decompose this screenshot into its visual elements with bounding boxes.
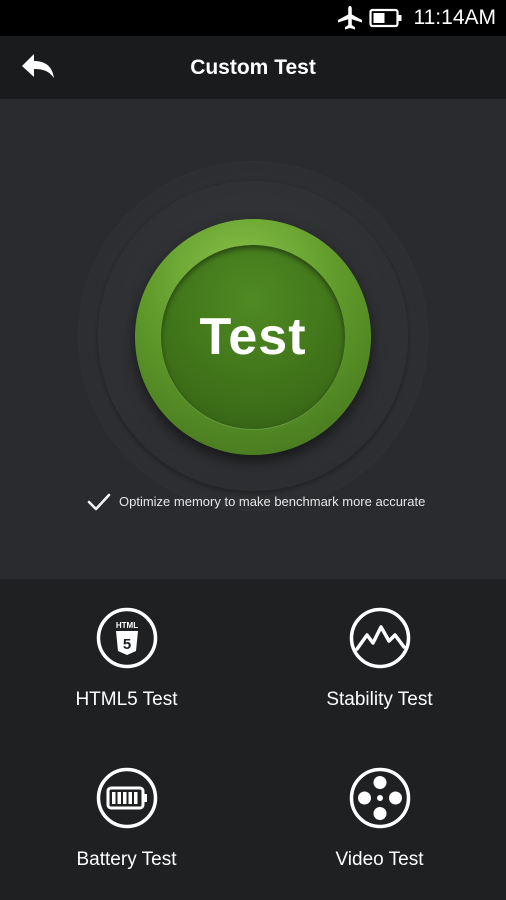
svg-text:5: 5 — [123, 636, 131, 653]
battery-test-icon — [96, 767, 158, 829]
html5-test-button[interactable]: HTML 5 HTML5 Test — [0, 579, 253, 739]
hero-panel: Test Optimize memory to make benchmark m… — [0, 99, 506, 579]
screen: 11:14AM Custom Test Test Optimize memory… — [0, 0, 506, 900]
html5-test-label: HTML5 Test — [75, 689, 178, 710]
test-options-grid: HTML 5 HTML5 Test Stability Test Battery… — [0, 579, 506, 900]
test-button-label: Test — [199, 308, 307, 366]
test-button[interactable]: Test — [135, 219, 371, 455]
stability-icon — [349, 607, 411, 669]
video-test-button[interactable]: Video Test — [253, 739, 506, 899]
status-time: 11:14AM — [413, 6, 497, 29]
airplane-icon — [338, 6, 362, 30]
battery-test-button[interactable]: Battery Test — [0, 739, 253, 899]
page-title: Custom Test — [190, 56, 316, 79]
video-reel-icon — [349, 767, 411, 829]
app-bar: Custom Test — [0, 36, 506, 99]
battery-test-label: Battery Test — [76, 849, 177, 870]
battery-icon — [369, 8, 402, 28]
video-test-label: Video Test — [335, 849, 424, 870]
html5-icon: HTML 5 — [96, 607, 158, 669]
optimize-memory-label: Optimize memory to make benchmark more a… — [119, 494, 426, 509]
svg-text:HTML: HTML — [116, 621, 138, 630]
optimize-memory-checkbox[interactable]: Optimize memory to make benchmark more a… — [86, 490, 425, 514]
stability-test-button[interactable]: Stability Test — [253, 579, 506, 739]
stability-test-label: Stability Test — [326, 689, 433, 710]
status-bar: 11:14AM — [0, 0, 506, 36]
checkmark-icon — [87, 493, 111, 511]
